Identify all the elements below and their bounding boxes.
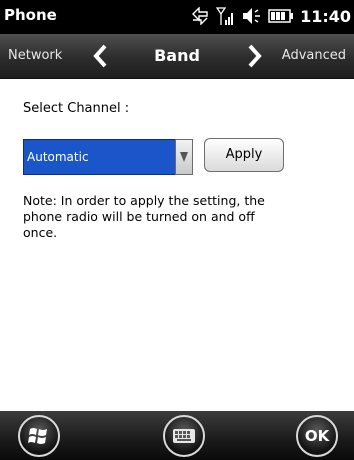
channel-dropdown-button[interactable] [175, 139, 193, 175]
keyboard-icon [173, 429, 195, 443]
ok-button[interactable]: OK [296, 415, 338, 457]
channel-select-value: Automatic [27, 150, 89, 164]
chevron-right-icon[interactable] [243, 43, 265, 69]
keyboard-button[interactable] [163, 415, 205, 457]
ok-label: OK [304, 427, 330, 445]
soft-key-bar: OK [0, 411, 354, 460]
select-channel-label: Select Channel : [23, 101, 130, 116]
signal-strength-icon [216, 7, 234, 25]
dropdown-arrow-icon [180, 152, 188, 162]
channel-select[interactable]: Automatic [23, 139, 193, 175]
apply-button[interactable]: Apply [204, 138, 284, 172]
windows-logo-icon [28, 428, 47, 444]
tab-advanced[interactable]: Advanced [282, 48, 346, 63]
start-button[interactable] [18, 415, 60, 457]
battery-icon [268, 9, 294, 23]
volume-icon [243, 8, 261, 24]
band-settings-panel: Select Channel : Automatic Apply Note: I… [0, 79, 354, 411]
status-icons: 11:40 [190, 5, 351, 27]
tab-navigation-bar: Network Band Advanced [0, 34, 354, 79]
clock-time: 11:40 [300, 6, 351, 26]
note-text: Note: In order to apply the setting, the… [23, 193, 265, 240]
data-transfer-icon [192, 7, 208, 25]
status-bar: Phone 11:40 [0, 0, 354, 34]
app-title: Phone [4, 6, 57, 24]
